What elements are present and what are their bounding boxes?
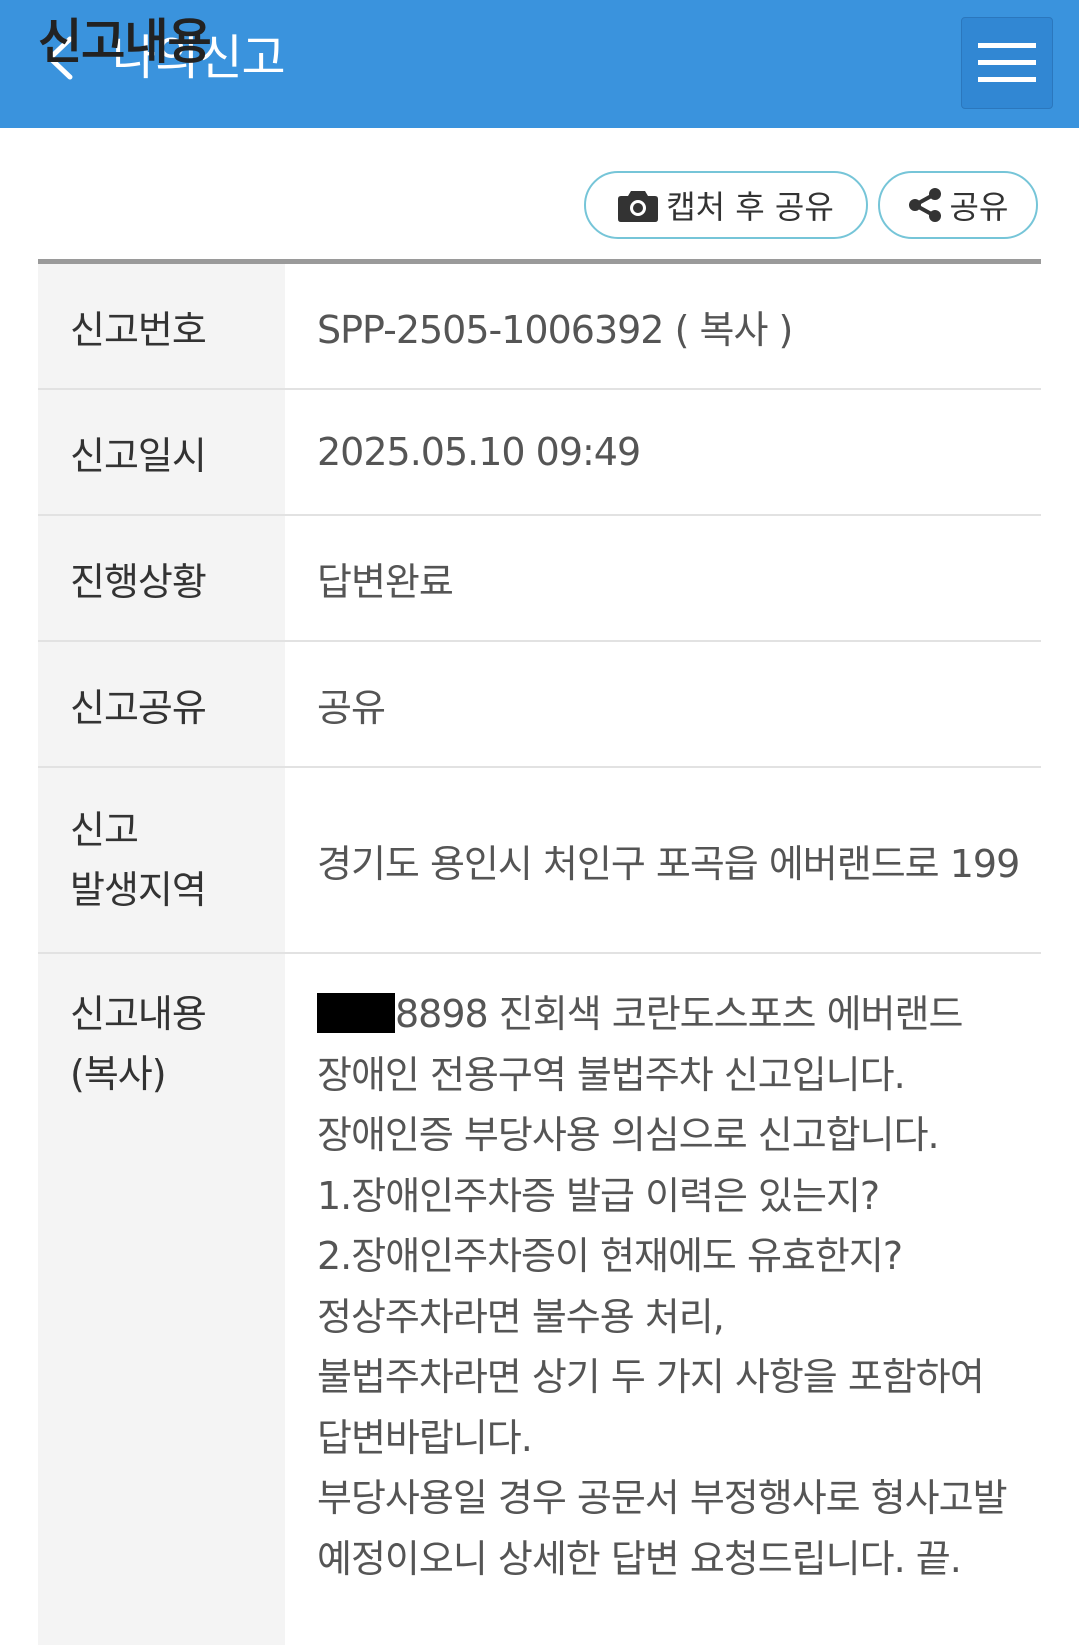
table-row: 신고내용 (복사) 8898 진회색 코란도스포츠 에버랜드 장애인 전용구역 … [38,953,1041,1645]
content-label: 신고내용 (복사) [38,953,285,1645]
capture-share-label: 캡처 후 공유 [666,188,834,226]
sharing-label: 신고공유 [38,641,285,768]
table-row: 신고번호 SPP-2505-1006392 ( 복사 ) [38,264,1041,390]
capture-share-button[interactable]: 캡처 후 공유 [584,171,868,239]
content-line: 1.장애인주차증 발급 이력은 있는지? [317,1173,880,1218]
region-value: 경기도 용인시 처인구 포곡읍 에버랜드로 199 [285,767,1041,954]
report-date-label: 신고일시 [38,389,285,516]
region-label: 신고 발생지역 [38,767,285,954]
copy-content-button[interactable]: (복사) [70,1044,284,1104]
content-line: 장애인 전용구역 불법주차 신고입니다. [317,1052,906,1097]
table-row: 진행상황 답변완료 [38,515,1041,642]
report-date: 2025.05.10 09:49 [285,389,1041,516]
camera-icon [618,191,659,222]
sharing-value: 공유 [285,641,1041,768]
region-label-line2: 발생지역 [70,868,207,912]
report-detail-table: 신고번호 SPP-2505-1006392 ( 복사 ) 신고일시 2025.0… [38,264,1041,1645]
share-label: 공유 [949,188,1009,226]
report-content: 8898 진회색 코란도스포츠 에버랜드 장애인 전용구역 불법주차 신고입니다… [285,953,1041,1645]
report-number-cell: SPP-2505-1006392 ( 복사 ) [285,264,1041,390]
region-label-line1: 신고 [70,808,139,852]
section-title: 신고내용 [38,14,212,70]
copy-report-number-button[interactable]: ( 복사 ) [675,308,794,352]
status-value: 답변완료 [285,515,1041,642]
menu-button[interactable] [961,17,1053,109]
report-number-label: 신고번호 [38,264,285,390]
share-icon [908,188,941,222]
content-line: 2.장애인주차증이 현재에도 유효한지? [317,1234,903,1278]
table-row: 신고공유 공유 [38,641,1041,768]
content-line: 예정이오니 상세한 답변 요청드립니다. 끝. [317,1536,962,1581]
report-number: SPP-2505-1006392 [317,307,664,352]
content-line: 8898 진회색 코란도스포츠 에버랜드 [317,984,1040,1045]
section-header: 신고내용 캡처 후 공유 공유 [38,14,1041,264]
hamburger-menu-icon [978,43,1036,82]
content-line: 장애인증 부당사용 의심으로 신고합니다. [317,1113,940,1157]
content-line-text: 8898 진회색 코란도스포츠 에버랜드 [395,992,963,1036]
content-line: 정상주차라면 불수용 처리, [317,1294,725,1339]
table-row: 신고 발생지역 경기도 용인시 처인구 포곡읍 에버랜드로 199 [38,767,1041,954]
content-label-line1: 신고내용 [70,992,207,1036]
redaction-box [317,993,395,1033]
content-line: 답변바랍니다. [317,1415,533,1460]
content-line: 부당사용일 경우 공문서 부정행사로 형사고발 [317,1476,1008,1520]
content-line: 불법주차라면 상기 두 가지 사항을 포함하여 [317,1355,985,1399]
table-row: 신고일시 2025.05.10 09:49 [38,389,1041,516]
status-label: 진행상황 [38,515,285,642]
share-button[interactable]: 공유 [878,171,1038,239]
